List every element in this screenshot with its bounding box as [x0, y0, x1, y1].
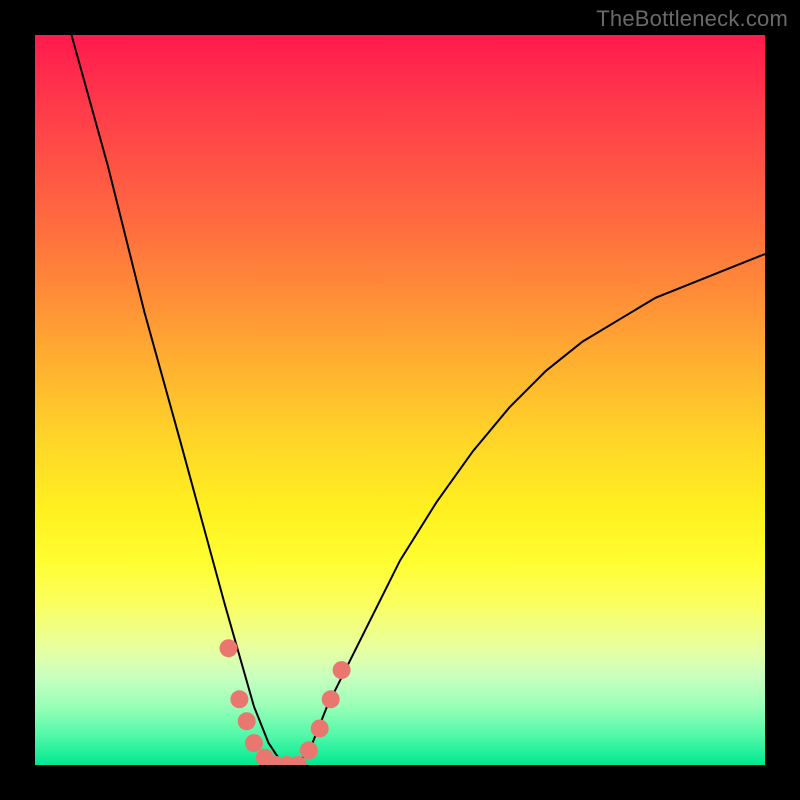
- data-point: [311, 720, 329, 738]
- data-point: [333, 661, 351, 679]
- chart-frame: TheBottleneck.com: [0, 0, 800, 800]
- plot-area: [35, 35, 765, 765]
- data-point: [322, 690, 340, 708]
- data-point: [230, 690, 248, 708]
- data-point: [300, 741, 318, 759]
- data-point: [238, 712, 256, 730]
- bottleneck-curve: [35, 35, 765, 765]
- curve-line: [72, 35, 766, 765]
- data-point: [245, 734, 263, 752]
- data-point: [220, 639, 238, 657]
- watermark-text: TheBottleneck.com: [596, 6, 788, 32]
